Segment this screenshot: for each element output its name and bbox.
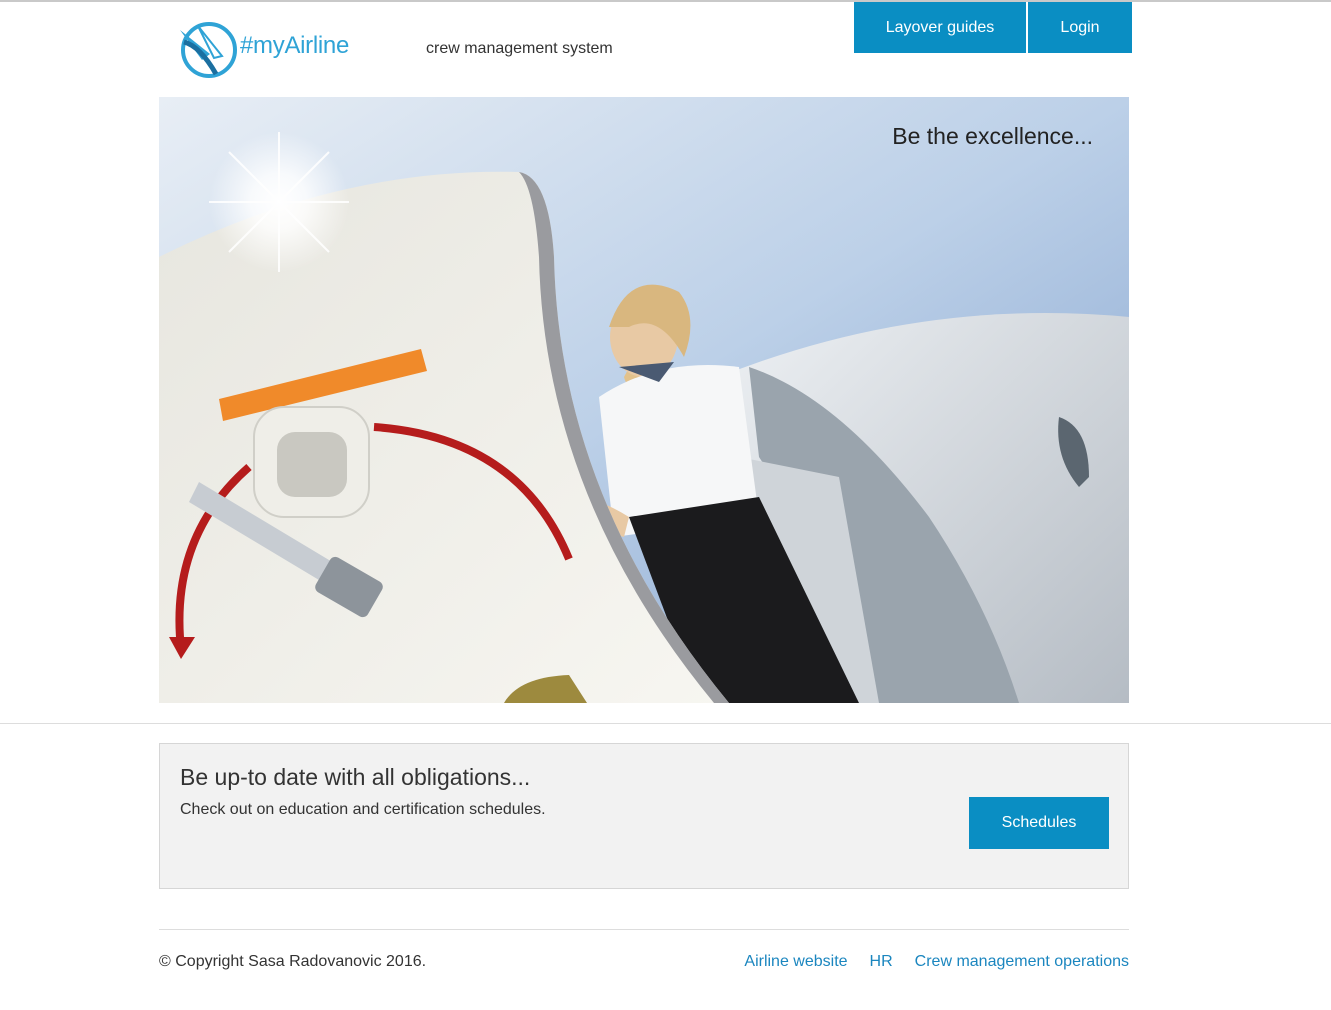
section-divider — [0, 723, 1331, 724]
hr-link[interactable]: HR — [870, 953, 893, 971]
logo[interactable]: #myAirline — [176, 16, 366, 82]
schedules-panel: Be up-to date with all obligations... Ch… — [159, 743, 1129, 889]
top-nav: Layover guides Login — [854, 2, 1132, 53]
login-button[interactable]: Login — [1028, 2, 1132, 53]
copyright-text: © Copyright Sasa Radovanovic 2016. — [159, 953, 427, 970]
footer-links: Airline website HR Crew management opera… — [744, 953, 1129, 971]
layover-guides-button[interactable]: Layover guides — [854, 2, 1026, 53]
panel-text: Check out on education and certification… — [180, 801, 546, 818]
airline-logo-icon — [180, 22, 237, 78]
crew-management-operations-link[interactable]: Crew management operations — [915, 953, 1129, 971]
logo-text: #myAirline — [240, 32, 350, 59]
footer-divider — [159, 929, 1129, 930]
schedules-button[interactable]: Schedules — [969, 797, 1109, 849]
panel-title: Be up-to date with all obligations... — [180, 764, 531, 790]
hero-image: Be the excellence... — [159, 97, 1129, 703]
hero-tagline: Be the excellence... — [892, 123, 1093, 149]
site-tagline: crew management system — [426, 40, 613, 57]
hero-illustration — [159, 97, 1129, 703]
airline-website-link[interactable]: Airline website — [744, 953, 847, 971]
